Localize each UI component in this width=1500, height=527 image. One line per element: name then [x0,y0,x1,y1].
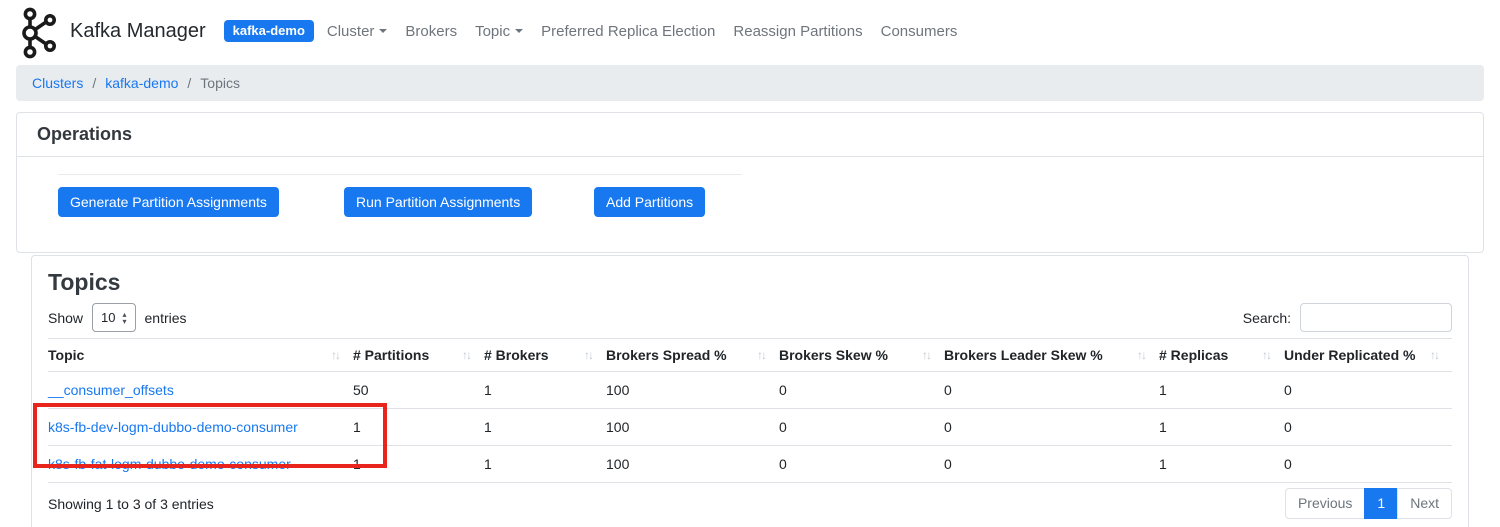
pagination-next-button[interactable]: Next [1397,488,1452,519]
cell-partitions: 1 [353,446,484,483]
search-label: Search: [1243,310,1291,326]
table-controls: Show 10 ▴▾ entries Search: [48,303,1452,332]
topic-link[interactable]: k8s-fb-dev-logm-dubbo-demo-consumer [48,419,298,435]
col-header-partitions[interactable]: # Partitions↑↓ [353,339,484,372]
cluster-badge: kafka-demo [224,20,314,42]
add-partitions-button[interactable]: Add Partitions [594,187,705,217]
caret-down-icon [379,29,387,33]
cell-under-replicated: 0 [1284,446,1452,483]
page-length-control: Show 10 ▴▾ entries [48,303,187,332]
table-row: k8s-fb-fat-logm-dubbo-demo-consumer 1 1 … [48,446,1452,483]
topic-link[interactable]: k8s-fb-fat-logm-dubbo-demo-consumer [48,456,291,472]
cell-replicas: 1 [1159,446,1284,483]
nav-item-brokers-label: Brokers [405,23,457,40]
nav-item-topic-label: Topic [475,23,510,40]
cell-under-replicated: 0 [1284,409,1452,446]
cell-brokers-leader-skew: 0 [944,372,1159,409]
search-input[interactable] [1300,303,1452,332]
operations-card: Operations Generate Partition Assignment… [16,112,1484,253]
pagination: Previous 1 Next [1285,488,1452,519]
cell-brokers-skew: 0 [779,409,944,446]
nav-item-topic[interactable]: Topic [466,17,532,46]
sort-icon: ↑↓ [462,348,470,362]
generate-partition-assignments-button[interactable]: Generate Partition Assignments [58,187,279,217]
cell-brokers-skew: 0 [779,372,944,409]
pagination-previous-button[interactable]: Previous [1285,488,1365,519]
cell-brokers-spread: 100 [606,446,779,483]
nav-item-reassign-partitions[interactable]: Reassign Partitions [724,17,871,46]
cell-under-replicated: 0 [1284,372,1452,409]
nav-item-consumers-label: Consumers [881,23,958,40]
cell-replicas: 1 [1159,409,1284,446]
sort-icon: ↑↓ [757,348,765,362]
cell-replicas: 1 [1159,372,1284,409]
col-header-brokers-leader-skew[interactable]: Brokers Leader Skew %↑↓ [944,339,1159,372]
cell-brokers: 1 [484,409,606,446]
cell-brokers-leader-skew: 0 [944,446,1159,483]
col-header-brokers-spread[interactable]: Brokers Spread %↑↓ [606,339,779,372]
nav-item-cluster[interactable]: Cluster [318,17,397,46]
sort-icon: ↑↓ [1430,348,1438,362]
nav-item-reassign-partitions-label: Reassign Partitions [733,23,862,40]
topics-table: Topic↑↓ # Partitions↑↓ # Brokers↑↓ Broke… [48,338,1452,483]
sort-icon: ↑↓ [1137,348,1145,362]
cell-brokers-spread: 100 [606,372,779,409]
entries-label: entries [145,310,187,326]
top-navbar: Kafka Manager kafka-demo Cluster Brokers… [0,0,1500,62]
entries-summary: Showing 1 to 3 of 3 entries [48,496,214,512]
pagination-page-1-button[interactable]: 1 [1364,488,1398,519]
nav-item-consumers[interactable]: Consumers [872,17,967,46]
cell-partitions: 1 [353,409,484,446]
breadcrumb-clusters-link[interactable]: Clusters [32,75,83,91]
breadcrumb-current: Topics [200,75,240,91]
table-header-row: Topic↑↓ # Partitions↑↓ # Brokers↑↓ Broke… [48,339,1452,372]
table-row: __consumer_offsets 50 1 100 0 0 1 0 [48,372,1452,409]
nav-item-brokers[interactable]: Brokers [396,17,466,46]
col-header-brokers-skew[interactable]: Brokers Skew %↑↓ [779,339,944,372]
col-header-topic[interactable]: Topic↑↓ [48,339,353,372]
breadcrumb-separator: / [92,75,96,91]
breadcrumb-separator: / [187,75,191,91]
topics-title: Topics [48,268,1452,297]
cell-brokers: 1 [484,446,606,483]
page-size-select[interactable]: 10 ▴▾ [92,303,135,332]
topic-link[interactable]: __consumer_offsets [48,382,174,398]
col-header-under-replicated[interactable]: Under Replicated %↑↓ [1284,339,1452,372]
page-size-value: 10 [101,310,115,325]
show-label: Show [48,310,83,326]
operations-card-body: Generate Partition Assignments Run Parti… [17,157,1483,252]
table-row: k8s-fb-dev-logm-dubbo-demo-consumer 1 1 … [48,409,1452,446]
cell-brokers-leader-skew: 0 [944,409,1159,446]
cell-brokers: 1 [484,372,606,409]
nav-item-preferred-replica-election[interactable]: Preferred Replica Election [532,17,724,46]
cell-brokers-spread: 100 [606,409,779,446]
run-partition-assignments-button[interactable]: Run Partition Assignments [344,187,532,217]
table-footer: Showing 1 to 3 of 3 entries Previous 1 N… [48,488,1452,527]
caret-down-icon [515,29,523,33]
topics-panel: Topics Show 10 ▴▾ entries Search: Topic↑… [31,255,1469,527]
cell-partitions: 50 [353,372,484,409]
breadcrumb-cluster-link[interactable]: kafka-demo [105,75,178,91]
app-title[interactable]: Kafka Manager [70,20,206,43]
col-header-replicas[interactable]: # Replicas↑↓ [1159,339,1284,372]
main-nav: Cluster Brokers Topic Preferred Replica … [318,17,966,46]
sort-icon: ↑↓ [584,348,592,362]
kafka-logo-icon [16,7,60,59]
sort-icon: ↑↓ [922,348,930,362]
breadcrumb: Clusters / kafka-demo / Topics [16,65,1484,101]
sort-icon: ↑↓ [1262,348,1270,362]
nav-item-cluster-label: Cluster [327,23,375,40]
operations-card-title: Operations [17,113,1483,157]
search-control: Search: [1243,303,1452,332]
col-header-brokers[interactable]: # Brokers↑↓ [484,339,606,372]
cell-brokers-skew: 0 [779,446,944,483]
operations-button-strip: Generate Partition Assignments Run Parti… [58,174,742,216]
nav-item-preferred-replica-election-label: Preferred Replica Election [541,23,715,40]
sort-icon: ↑↓ [331,348,339,362]
select-arrows-icon: ▴▾ [123,311,127,325]
